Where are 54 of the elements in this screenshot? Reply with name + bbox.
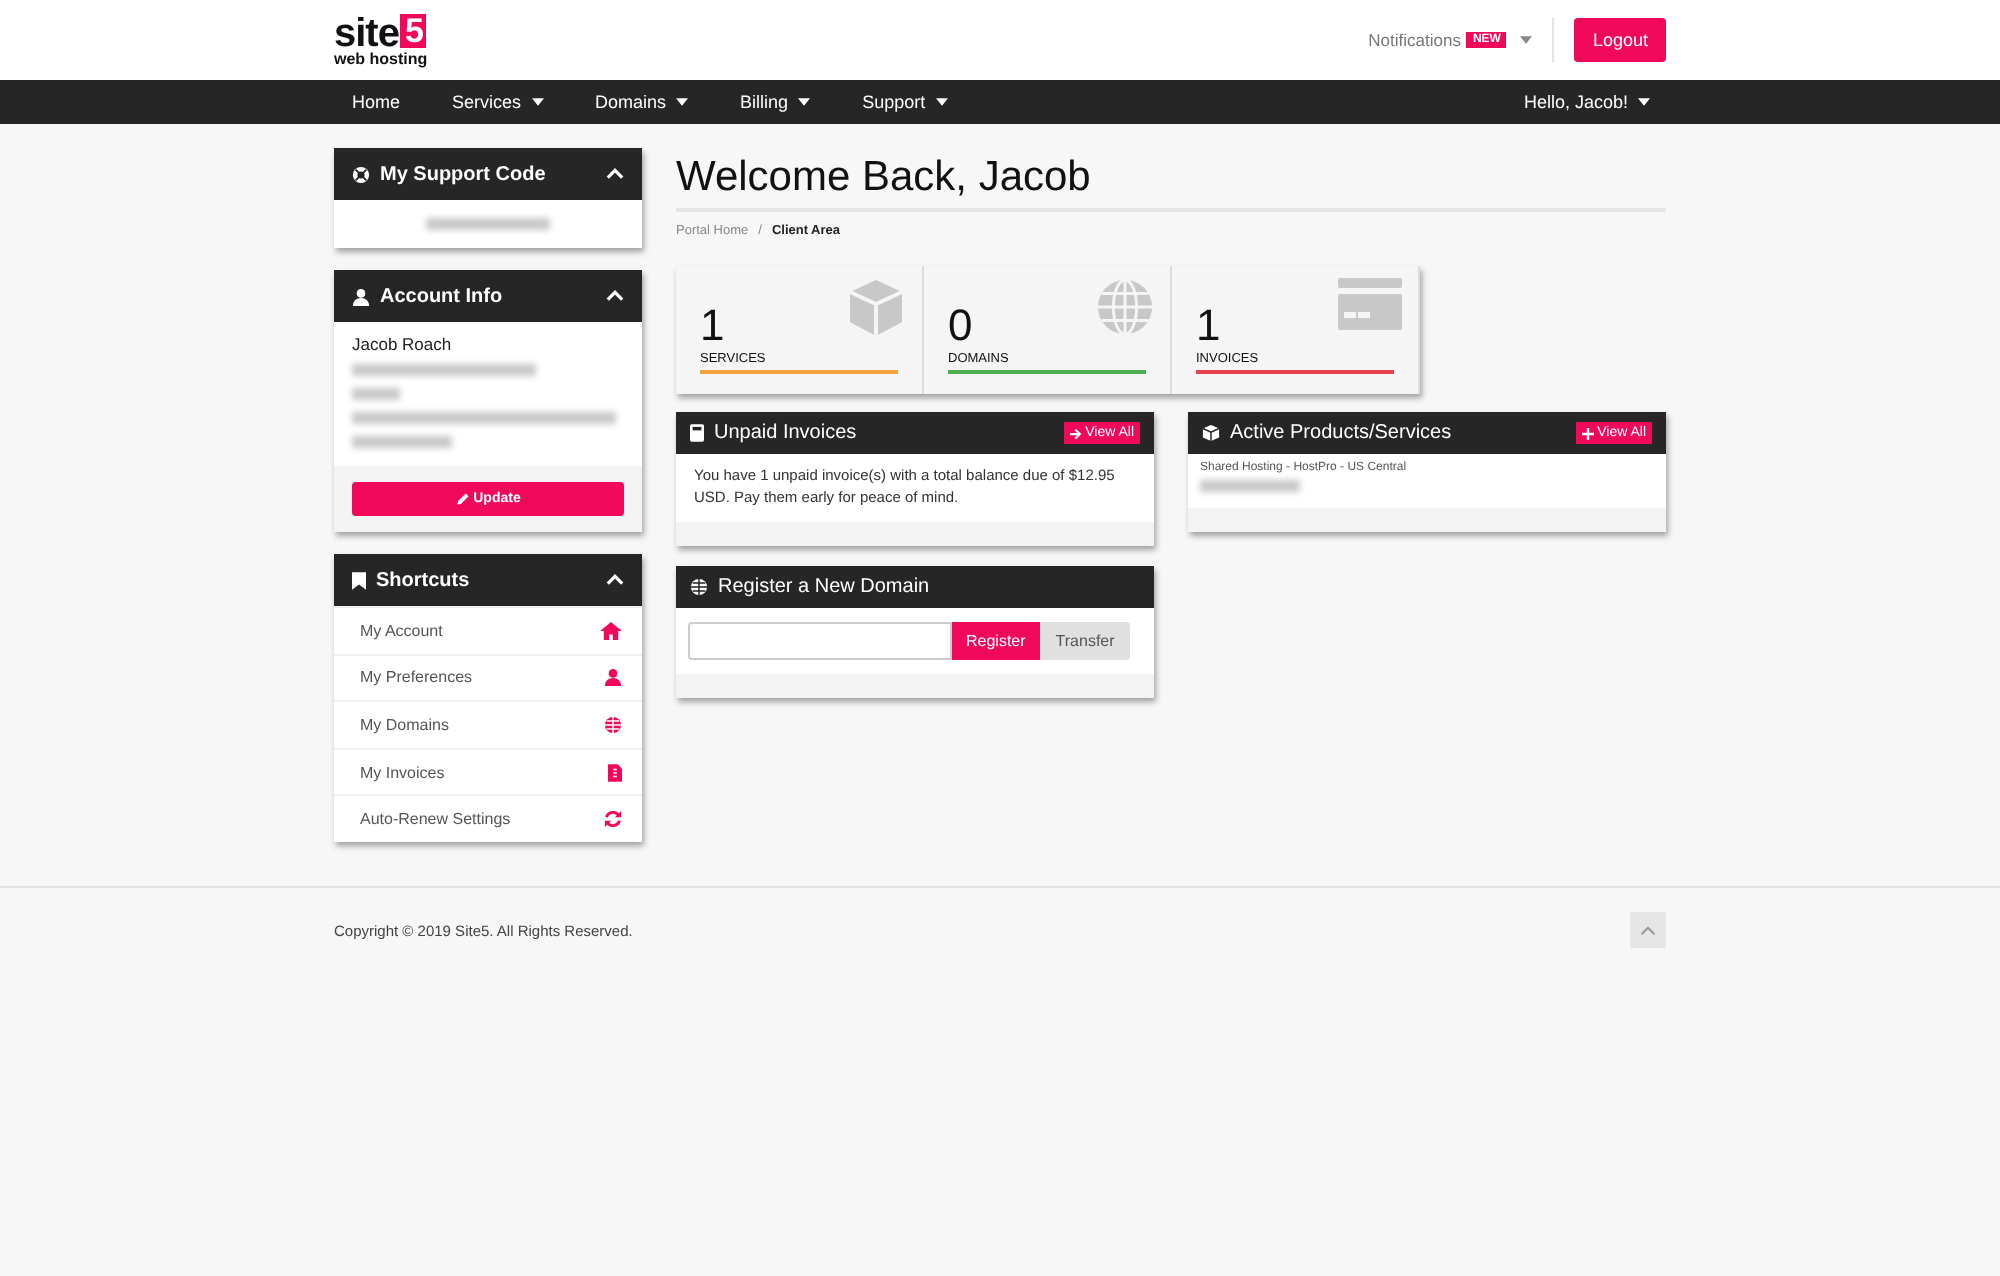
stat-value: 1	[700, 304, 727, 348]
globe-icon	[604, 715, 622, 734]
bookmark-icon	[352, 571, 366, 589]
box-icon	[1202, 424, 1220, 442]
arrow-right-icon	[1069, 427, 1082, 439]
transfer-button[interactable]: Transfer	[1039, 621, 1131, 660]
blurred-domain	[1200, 480, 1300, 492]
home-icon	[600, 621, 622, 640]
globe-icon	[690, 577, 708, 596]
shortcut-link[interactable]: My Account	[334, 606, 642, 654]
logout-button[interactable]: Logout	[1574, 18, 1666, 62]
box-icon	[846, 278, 906, 338]
chevron-up-icon	[1640, 925, 1656, 935]
stat-value: 0	[948, 304, 975, 348]
nav-item[interactable]: Home	[352, 92, 401, 112]
caret-icon	[1520, 36, 1533, 44]
account-name: Jacob Roach	[352, 334, 454, 354]
register-button[interactable]: Register	[952, 621, 1040, 660]
panel-title: Shortcuts	[376, 569, 472, 591]
document-icon	[608, 763, 622, 782]
collapse-icon[interactable]	[606, 168, 624, 180]
blurred-address	[352, 388, 400, 400]
user-menu[interactable]: Hello, Jacob!	[1523, 92, 1650, 112]
collapse-icon[interactable]	[606, 290, 624, 302]
panel-title: Unpaid Invoices	[714, 422, 859, 444]
credit-card-icon	[1338, 278, 1402, 330]
nav-item[interactable]: Billing	[740, 92, 811, 112]
stat-value: 1	[1196, 304, 1223, 348]
panel-title: Active Products/Services	[1230, 422, 1454, 444]
domain-input[interactable]	[688, 621, 952, 660]
user-icon	[352, 287, 370, 305]
calculator-icon	[690, 424, 704, 442]
nav-item[interactable]: Support	[862, 92, 948, 112]
pencil-icon	[455, 492, 470, 506]
plus-icon	[1581, 427, 1594, 439]
nav-item[interactable]: Services	[452, 92, 544, 112]
shortcut-link[interactable]: Auto-Renew Settings	[334, 794, 642, 842]
nav-item[interactable]: Domains	[595, 92, 689, 112]
shortcut-link[interactable]: My Preferences	[334, 653, 642, 701]
panel-title: Account Info	[380, 285, 505, 307]
collapse-icon[interactable]	[606, 574, 624, 586]
logo[interactable]: site 5 web hosting	[334, 13, 428, 67]
blurred-address	[352, 436, 452, 448]
refresh-icon	[604, 810, 622, 829]
page-title: Welcome Back, Jacob	[676, 148, 1666, 212]
lifebuoy-icon	[352, 165, 370, 183]
blurred-code	[426, 218, 550, 230]
shortcut-link[interactable]: My Invoices	[334, 747, 642, 795]
shortcut-link[interactable]: My Domains	[334, 700, 642, 748]
globe-icon	[1096, 278, 1154, 336]
panel-title: My Support Code	[380, 163, 548, 185]
notifications-link[interactable]: Notifications	[1368, 30, 1461, 50]
panel-title: Register a New Domain	[718, 575, 932, 598]
user-icon	[604, 668, 622, 687]
